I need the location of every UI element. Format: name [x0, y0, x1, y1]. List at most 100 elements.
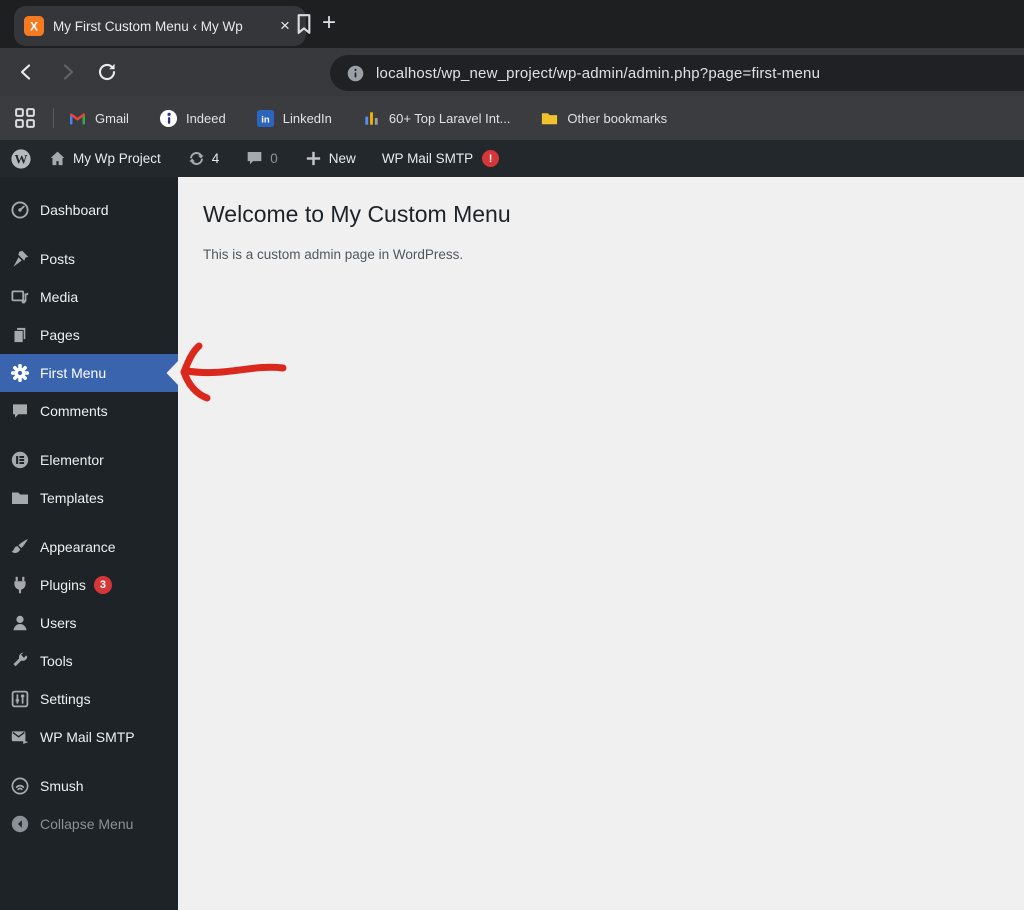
chart-icon	[362, 109, 381, 128]
sidebar-item-label: Users	[40, 615, 77, 631]
browser-tab-bar: X My First Custom Menu ‹ My Wp × +	[0, 0, 1024, 48]
page-body-text: This is a custom admin page in WordPress…	[203, 247, 1024, 262]
bookmark-flag-icon[interactable]	[291, 11, 317, 37]
sidebar-item-label: Dashboard	[40, 202, 109, 218]
sidebar-item-label: Collapse Menu	[40, 816, 133, 832]
bookmark-label: Gmail	[95, 111, 129, 126]
sidebar-item-label: Tools	[40, 653, 73, 669]
admin-bar-wp-mail-smtp[interactable]: WP Mail SMTP !	[382, 150, 499, 167]
url-text: localhost/wp_new_project/wp-admin/admin.…	[376, 65, 820, 82]
user-icon	[10, 613, 30, 633]
address-bar[interactable]: localhost/wp_new_project/wp-admin/admin.…	[330, 55, 1024, 91]
plus-icon	[304, 149, 323, 168]
elementor-icon	[10, 450, 30, 470]
sidebar-item-elementor[interactable]: Elementor	[0, 441, 178, 479]
new-tab-button[interactable]: +	[314, 8, 344, 38]
sidebar-item-label: Posts	[40, 251, 75, 267]
sidebar-item-label: Plugins	[40, 577, 86, 593]
folder-icon	[540, 109, 559, 128]
sidebar-item-users[interactable]: Users	[0, 604, 178, 642]
wrench-icon	[10, 651, 30, 671]
admin-bar-updates[interactable]: 4	[187, 149, 220, 168]
divider	[53, 108, 54, 128]
gear-icon	[10, 363, 30, 383]
admin-page-content: Welcome to My Custom Menu This is a cust…	[178, 177, 1024, 910]
sidebar-item-appearance[interactable]: Appearance	[0, 528, 178, 566]
smush-icon	[10, 776, 30, 796]
smtp-alert-badge: !	[482, 150, 499, 167]
wp-admin-sidebar: Dashboard Posts Media Pages First Menu C…	[0, 177, 178, 910]
sidebar-item-tools[interactable]: Tools	[0, 642, 178, 680]
folder-icon	[10, 488, 30, 508]
sidebar-item-label: Appearance	[40, 539, 116, 555]
sidebar-item-label: Smush	[40, 778, 84, 794]
bookmark-item[interactable]: Gmail	[68, 109, 129, 128]
sidebar-item-label: Settings	[40, 691, 91, 707]
gmail-icon	[68, 109, 87, 128]
media-icon	[10, 287, 30, 307]
updates-icon	[187, 149, 206, 168]
tab-title: My First Custom Menu ‹ My Wp	[53, 19, 243, 34]
sidebar-item-collapse-menu[interactable]: Collapse Menu	[0, 805, 178, 843]
sidebar-item-label: First Menu	[40, 365, 106, 381]
pushpin-icon	[10, 249, 30, 269]
bookmark-item[interactable]: Indeed	[159, 109, 226, 128]
dashboard-icon	[10, 200, 30, 220]
plugin-icon	[10, 575, 30, 595]
reload-icon[interactable]	[94, 59, 120, 85]
sliders-icon	[10, 689, 30, 709]
wordpress-logo-icon[interactable]: W	[10, 148, 32, 170]
home-icon	[48, 149, 67, 168]
site-info-icon[interactable]	[346, 64, 365, 83]
sidebar-item-media[interactable]: Media	[0, 278, 178, 316]
admin-bar-site-link[interactable]: My Wp Project	[48, 149, 161, 168]
updates-count: 4	[212, 151, 220, 166]
site-name: My Wp Project	[73, 151, 161, 166]
sidebar-item-label: Comments	[40, 403, 108, 419]
sidebar-item-smush[interactable]: Smush	[0, 767, 178, 805]
sidebar-item-templates[interactable]: Templates	[0, 479, 178, 517]
count-badge: 3	[94, 576, 112, 594]
bookmark-label: LinkedIn	[283, 111, 332, 126]
bookmark-label: Other bookmarks	[567, 111, 667, 126]
bookmark-item[interactable]: in LinkedIn	[256, 109, 332, 128]
bookmark-label: Indeed	[186, 111, 226, 126]
sidebar-item-dashboard[interactable]: Dashboard	[0, 191, 178, 229]
admin-bar-new[interactable]: New	[304, 149, 356, 168]
comments-icon	[10, 401, 30, 421]
svg-text:W: W	[15, 151, 28, 166]
sidebar-item-label: Pages	[40, 327, 80, 343]
bookmarks-bar: Gmail Indeed in LinkedIn 60+ Top Laravel…	[0, 96, 1024, 140]
sidebar-item-label: Templates	[40, 490, 104, 506]
sidebar-item-plugins[interactable]: Plugins 3	[0, 566, 178, 604]
comments-count: 0	[270, 151, 278, 166]
brush-icon	[10, 537, 30, 557]
indeed-icon	[159, 109, 178, 128]
forward-icon[interactable]	[54, 59, 80, 85]
sidebar-item-label: Media	[40, 289, 78, 305]
xampp-favicon-icon: X	[24, 16, 44, 36]
wp-mail-smtp-label: WP Mail SMTP	[382, 151, 473, 166]
page-title: Welcome to My Custom Menu	[203, 201, 1024, 228]
sidebar-item-comments[interactable]: Comments	[0, 392, 178, 430]
sidebar-item-posts[interactable]: Posts	[0, 240, 178, 278]
sidebar-item-label: WP Mail SMTP	[40, 729, 135, 745]
bookmark-item[interactable]: 60+ Top Laravel Int...	[362, 109, 511, 128]
collapse-icon	[10, 814, 30, 834]
sidebar-item-settings[interactable]: Settings	[0, 680, 178, 718]
new-label: New	[329, 151, 356, 166]
sidebar-item-first-menu[interactable]: First Menu	[0, 354, 178, 392]
sidebar-item-label: Elementor	[40, 452, 104, 468]
sidebar-item-pages[interactable]: Pages	[0, 316, 178, 354]
svg-text:X: X	[30, 20, 38, 34]
admin-bar-comments[interactable]: 0	[245, 149, 278, 168]
back-icon[interactable]	[14, 59, 40, 85]
sidebar-item-wp-mail-smtp[interactable]: WP Mail SMTP	[0, 718, 178, 756]
bookmark-item[interactable]: Other bookmarks	[540, 109, 667, 128]
browser-tab[interactable]: X My First Custom Menu ‹ My Wp ×	[14, 6, 306, 46]
wp-admin-bar: W My Wp Project 4 0 New WP Mail SMTP !	[0, 140, 1024, 177]
envelope-icon	[10, 727, 30, 747]
pages-icon	[10, 325, 30, 345]
comment-bubble-icon	[245, 149, 264, 168]
apps-grid-icon[interactable]	[13, 106, 37, 130]
